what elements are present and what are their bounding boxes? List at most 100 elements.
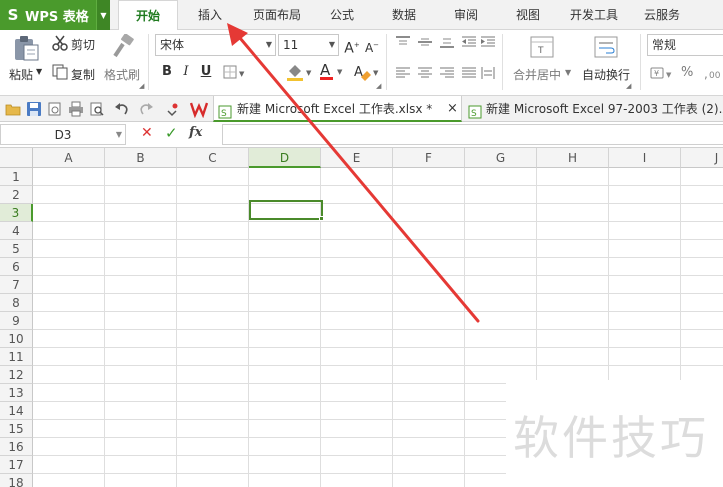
tab-insert[interactable]: 插入 — [186, 0, 234, 30]
export-icon[interactable] — [47, 101, 63, 120]
column-header-j[interactable]: J — [681, 148, 723, 168]
row-header-3[interactable]: 3 — [0, 204, 33, 222]
fill-color-icon[interactable]: ▼ — [285, 63, 315, 84]
tab-view[interactable]: 视图 — [504, 0, 552, 30]
select-all-corner[interactable] — [0, 148, 33, 168]
cancel-icon[interactable]: ✕ — [141, 125, 153, 141]
confirm-icon[interactable]: ✓ — [165, 124, 178, 142]
row-header-7[interactable]: 7 — [0, 276, 33, 294]
tab-cloud-service[interactable]: 云服务 — [636, 0, 688, 30]
cut-button[interactable]: 剪切 — [71, 36, 95, 53]
tab-developer[interactable]: 开发工具 — [562, 0, 626, 30]
font-name-combo[interactable]: 宋体 ▼ — [155, 34, 276, 56]
underline-button[interactable]: U — [197, 63, 215, 81]
merge-dropdown-icon[interactable]: ▼ — [565, 68, 571, 77]
align-center-icon[interactable] — [418, 67, 432, 82]
row-header-10[interactable]: 10 — [0, 330, 33, 348]
align-right-icon[interactable] — [440, 67, 454, 82]
italic-button[interactable]: I — [177, 63, 195, 81]
row-header-5[interactable]: 5 — [0, 240, 33, 258]
thousands-separator-icon[interactable]: , 00 — [704, 65, 721, 84]
column-header-d[interactable]: D — [249, 148, 321, 168]
folder-open-icon[interactable] — [5, 101, 21, 120]
column-header-i[interactable]: I — [609, 148, 681, 168]
merge-center-button[interactable]: 合并居中 — [513, 66, 561, 83]
format-painter-icon[interactable] — [110, 33, 136, 63]
row-header-2[interactable]: 2 — [0, 186, 33, 204]
tab-home[interactable]: 开始 — [118, 0, 178, 31]
increase-indent-icon[interactable] — [481, 36, 495, 51]
row-header-8[interactable]: 8 — [0, 294, 33, 312]
bold-button[interactable]: B — [158, 63, 176, 81]
row-header-13[interactable]: 13 — [0, 384, 33, 402]
decrease-indent-icon[interactable] — [462, 36, 476, 51]
clear-format-icon[interactable]: A ▼ — [353, 63, 381, 84]
row-header-14[interactable]: 14 — [0, 402, 33, 420]
app-menu-button[interactable]: S WPS 表格 ▼ — [0, 0, 110, 30]
chevron-down-icon[interactable]: ▼ — [116, 125, 122, 145]
active-cell-d3[interactable] — [249, 200, 323, 220]
row-header-12[interactable]: 12 — [0, 366, 33, 384]
paste-dropdown-icon[interactable]: ▼ — [36, 67, 42, 76]
alignment-launcher-icon[interactable]: ◢ — [626, 82, 631, 90]
align-middle-icon[interactable] — [418, 36, 432, 51]
align-top-icon[interactable] — [396, 36, 410, 51]
row-header-18[interactable]: 18 — [0, 474, 33, 487]
align-bottom-icon[interactable] — [440, 36, 454, 51]
paste-icon[interactable] — [12, 35, 40, 64]
row-header-11[interactable]: 11 — [0, 348, 33, 366]
scissors-icon[interactable] — [52, 35, 68, 54]
print-icon[interactable] — [68, 101, 84, 120]
merge-center-icon[interactable]: T — [530, 36, 554, 61]
clipboard-launcher-icon[interactable]: ◢ — [139, 82, 144, 90]
number-format-combo[interactable]: 常规 — [647, 34, 723, 56]
tab-data[interactable]: 数据 — [380, 0, 428, 30]
row-header-17[interactable]: 17 — [0, 456, 33, 474]
copy-icon[interactable] — [52, 64, 68, 83]
row-header-1[interactable]: 1 — [0, 168, 33, 186]
save-icon[interactable] — [26, 101, 42, 120]
currency-icon[interactable]: ¥ ▼ — [650, 66, 676, 83]
paste-button[interactable]: 粘贴 — [9, 66, 33, 83]
print-preview-icon[interactable] — [89, 101, 105, 120]
formula-input[interactable] — [222, 124, 723, 145]
undo-icon[interactable] — [114, 101, 130, 120]
column-header-e[interactable]: E — [321, 148, 393, 168]
tab-review[interactable]: 审阅 — [442, 0, 490, 30]
row-header-6[interactable]: 6 — [0, 258, 33, 276]
column-header-g[interactable]: G — [465, 148, 537, 168]
wrap-text-button[interactable]: 自动换行 — [582, 66, 630, 83]
font-launcher-icon[interactable]: ◢ — [376, 82, 381, 90]
doc-tab-active[interactable]: S 新建 Microsoft Excel 工作表.xlsx * × — [213, 96, 462, 122]
percent-button[interactable]: % — [681, 65, 693, 80]
doc-tab[interactable]: S 新建 Microsoft Excel 97-2003 工作表 (2).x — [466, 96, 723, 122]
row-header-9[interactable]: 9 — [0, 312, 33, 330]
font-color-icon[interactable]: A ▼ — [318, 61, 348, 84]
format-painter-button[interactable]: 格式刷 — [104, 66, 140, 83]
tab-page-layout[interactable]: 页面布局 — [245, 0, 309, 30]
justify-icon[interactable] — [462, 67, 476, 82]
decrease-font-icon[interactable]: A− — [363, 36, 381, 55]
column-header-c[interactable]: C — [177, 148, 249, 168]
column-header-b[interactable]: B — [105, 148, 177, 168]
row-header-4[interactable]: 4 — [0, 222, 33, 240]
align-left-icon[interactable] — [396, 67, 410, 82]
column-header-f[interactable]: F — [393, 148, 465, 168]
increase-font-icon[interactable]: A+ — [343, 36, 361, 57]
customize-toolbar-icon[interactable] — [166, 101, 180, 120]
border-icon[interactable]: ▼ — [223, 65, 247, 82]
row-header-16[interactable]: 16 — [0, 438, 33, 456]
copy-button[interactable]: 复制 — [71, 66, 95, 83]
column-header-h[interactable]: H — [537, 148, 609, 168]
font-size-combo[interactable]: 11 ▼ — [278, 34, 339, 56]
insert-function-icon[interactable]: fx — [189, 125, 202, 140]
close-icon[interactable]: × — [447, 96, 458, 122]
fill-handle[interactable] — [319, 216, 324, 221]
column-header-a[interactable]: A — [33, 148, 105, 168]
row-header-15[interactable]: 15 — [0, 420, 33, 438]
distributed-align-icon[interactable] — [481, 67, 495, 82]
tab-formulas[interactable]: 公式 — [318, 0, 366, 30]
app-menu-dropdown-icon[interactable]: ▼ — [96, 0, 110, 30]
name-box[interactable]: D3 ▼ — [0, 124, 126, 145]
redo-icon[interactable] — [138, 101, 154, 120]
